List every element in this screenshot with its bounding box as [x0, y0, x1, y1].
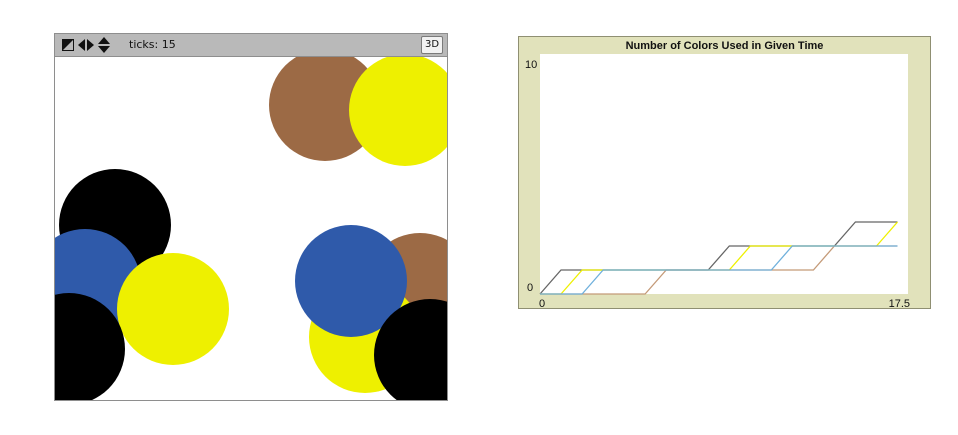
ticks-counter: ticks: 15	[129, 38, 176, 51]
turtle-yellow	[117, 253, 229, 365]
x-min-label: 0	[539, 298, 545, 308]
plot-area	[540, 54, 908, 294]
world-canvas	[55, 57, 447, 400]
view-controls	[61, 37, 111, 53]
turtle-yellow	[349, 57, 447, 166]
plot-panel: Number of Colors Used in Given Time 10 0 0…	[518, 36, 931, 309]
view-control-strip: ticks: 15 3D	[55, 34, 447, 57]
y-max-label: 10	[525, 59, 537, 71]
horizontal-arrows-icon[interactable]	[78, 38, 94, 52]
size-toggle-icon[interactable]	[61, 38, 75, 52]
y-min-label: 0	[527, 282, 533, 294]
plot-chart: 10 00 17.5	[525, 54, 910, 308]
world-view: ticks: 15 3D	[54, 33, 448, 401]
3d-view-button[interactable]: 3D	[421, 36, 443, 54]
vertical-arrows-icon[interactable]	[97, 37, 111, 53]
x-max-label: 17.5	[889, 298, 910, 308]
